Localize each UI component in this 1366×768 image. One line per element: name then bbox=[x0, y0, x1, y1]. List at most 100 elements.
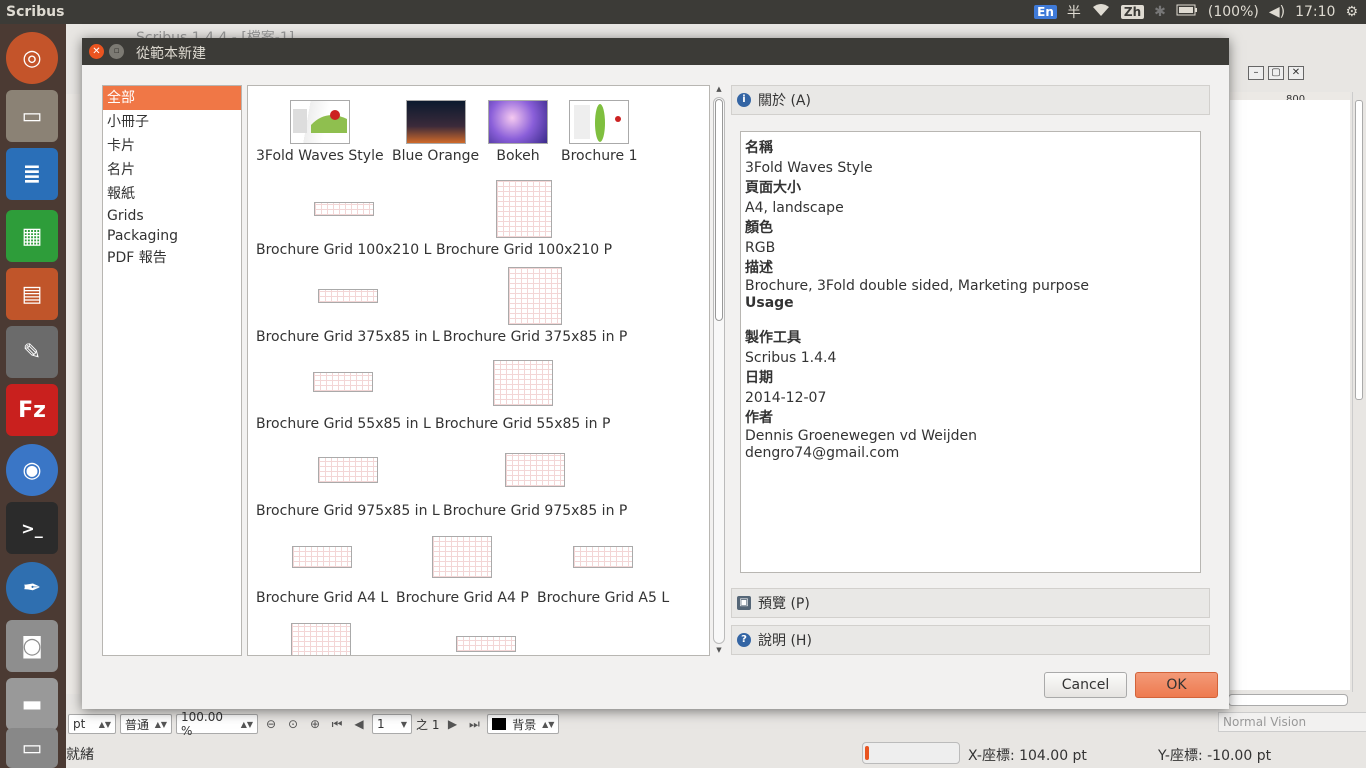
canvas[interactable] bbox=[1230, 100, 1350, 690]
camera-icon[interactable]: ◙ bbox=[6, 620, 58, 672]
template-thumbnail bbox=[492, 360, 553, 406]
category-packaging[interactable]: Packaging bbox=[103, 226, 241, 246]
volume-icon[interactable]: ◀) bbox=[1269, 4, 1285, 20]
category-cards[interactable]: 卡片 bbox=[103, 134, 241, 158]
page-count: 之 1 bbox=[416, 717, 440, 732]
template-item[interactable] bbox=[456, 636, 516, 652]
template-name: Brochure 1 bbox=[561, 148, 638, 164]
scribus-icon[interactable]: ✒ bbox=[6, 562, 58, 614]
input-method-indicator[interactable]: En bbox=[1034, 5, 1057, 19]
template-item[interactable] bbox=[291, 623, 351, 655]
template-list-scrollbar[interactable]: ▲ ▼ bbox=[712, 85, 726, 656]
page-number-select[interactable]: 1 ▼ bbox=[372, 714, 412, 734]
category-pdf-report[interactable]: PDF 報告 bbox=[103, 246, 241, 270]
close-icon[interactable]: ✕ bbox=[1288, 66, 1304, 80]
scroll-thumb[interactable] bbox=[1355, 100, 1363, 400]
vertical-scrollbar[interactable] bbox=[1352, 92, 1364, 692]
system-tray: En 半 Zh ✱ (100%) ◀) 17:10 ⚙ bbox=[1034, 0, 1366, 24]
template-name: Brochure Grid 100x210 L bbox=[256, 242, 432, 258]
template-item[interactable]: Brochure Grid A4 P bbox=[396, 528, 529, 606]
battery-percent: (100%) bbox=[1207, 4, 1259, 20]
template-item[interactable]: Brochure Grid 100x210 L bbox=[256, 180, 431, 258]
image-icon: ▣ bbox=[737, 596, 751, 610]
bluetooth-icon[interactable]: ✱ bbox=[1154, 4, 1166, 20]
zoom-out-icon[interactable]: ⊖ bbox=[262, 715, 280, 733]
zoom-in-icon[interactable]: ⊕ bbox=[306, 715, 324, 733]
wifi-icon[interactable] bbox=[1091, 3, 1111, 21]
template-item[interactable]: Blue Orange bbox=[392, 100, 479, 164]
template-item[interactable]: 3Fold Waves Style bbox=[256, 100, 384, 164]
template-item[interactable]: Brochure Grid A4 L bbox=[256, 528, 388, 606]
template-thumbnail bbox=[289, 100, 350, 144]
close-icon[interactable]: ✕ bbox=[89, 44, 104, 59]
zoom-reset-icon[interactable]: ⊙ bbox=[284, 715, 302, 733]
template-item[interactable]: Brochure Grid 55x85 in L bbox=[256, 354, 431, 432]
half-width-indicator[interactable]: 半 bbox=[1067, 2, 1081, 22]
thumb-wrap bbox=[396, 528, 529, 586]
files-icon[interactable]: ▭ bbox=[6, 90, 58, 142]
template-item[interactable]: Brochure Grid 100x210 P bbox=[436, 180, 612, 258]
next-page-icon[interactable]: ▶ bbox=[443, 715, 461, 733]
launcher: ◎ ▭ ≣ ▦ ▤ ✎ Fz ◉ >_ ✒ ◙ ▬ ▭ bbox=[0, 24, 66, 768]
terminal-icon[interactable]: >_ bbox=[6, 502, 58, 554]
minimize-icon[interactable]: ▫ bbox=[109, 44, 124, 59]
drive-icon[interactable]: ▬ bbox=[6, 678, 58, 730]
template-item[interactable]: Brochure Grid 975x85 in P bbox=[443, 441, 627, 519]
category-grids[interactable]: Grids bbox=[103, 206, 241, 226]
scroll-track[interactable] bbox=[713, 97, 725, 644]
template-name: Brochure Grid A4 L bbox=[256, 590, 389, 606]
keyboard-indicator[interactable]: Zh bbox=[1120, 5, 1145, 19]
template-thumbnail bbox=[569, 100, 630, 144]
layer-select[interactable]: 背景 ▲▼ bbox=[487, 714, 560, 734]
template-item[interactable]: Brochure Grid 55x85 in P bbox=[435, 354, 610, 432]
template-item[interactable]: Brochure Grid 375x85 in P bbox=[443, 267, 627, 345]
previous-page-icon[interactable]: ◀ bbox=[350, 715, 368, 733]
page-number-value: 1 bbox=[377, 717, 385, 731]
ubuntu-dash-icon[interactable]: ◎ bbox=[6, 32, 58, 84]
preview-section-header[interactable]: ▣ 預覽 (P) bbox=[731, 588, 1210, 618]
template-name: Brochure Grid 55x85 in L bbox=[256, 416, 431, 432]
template-item[interactable]: Brochure Grid 375x85 in L bbox=[256, 267, 440, 345]
writer-icon[interactable]: ≣ bbox=[6, 148, 58, 200]
category-all[interactable]: 全部 bbox=[103, 86, 241, 110]
trash-icon[interactable]: ▭ bbox=[6, 728, 58, 768]
template-item[interactable]: Brochure Grid 975x85 in L bbox=[256, 441, 440, 519]
restore-icon[interactable]: ▢ bbox=[1268, 66, 1284, 80]
help-section-header[interactable]: ? 說明 (H) bbox=[731, 625, 1210, 655]
battery-icon[interactable] bbox=[1176, 4, 1198, 20]
cancel-button[interactable]: Cancel bbox=[1044, 672, 1127, 698]
clock[interactable]: 17:10 bbox=[1295, 4, 1335, 20]
template-info: 名稱 3Fold Waves Style 頁面大小 A4, landscape … bbox=[740, 131, 1201, 573]
scroll-down-icon[interactable]: ▼ bbox=[714, 646, 724, 656]
category-business-cards[interactable]: 名片 bbox=[103, 158, 241, 182]
chromium-icon[interactable]: ◉ bbox=[6, 444, 58, 496]
category-newspaper[interactable]: 報紙 bbox=[103, 182, 241, 206]
first-page-icon[interactable]: ⏮ bbox=[328, 715, 346, 733]
vision-select[interactable]: Normal Vision bbox=[1218, 712, 1366, 732]
template-name: Brochure Grid 100x210 P bbox=[436, 242, 613, 258]
filezilla-icon[interactable]: Fz bbox=[6, 384, 58, 436]
template-item[interactable]: Brochure Grid A5 L bbox=[537, 528, 669, 606]
template-thumbnail bbox=[496, 180, 553, 238]
author-email: dengro74@gmail.com bbox=[745, 445, 900, 461]
calc-icon[interactable]: ▦ bbox=[6, 210, 58, 262]
category-brochure[interactable]: 小冊子 bbox=[103, 110, 241, 134]
gear-icon[interactable]: ⚙ bbox=[1345, 4, 1358, 20]
unit-select[interactable]: pt ▲▼ bbox=[68, 714, 116, 734]
last-page-icon[interactable]: ⏭ bbox=[465, 715, 483, 733]
minimize-icon[interactable]: – bbox=[1248, 66, 1264, 80]
thumb-wrap bbox=[435, 354, 610, 412]
ok-button[interactable]: OK bbox=[1135, 672, 1218, 698]
impress-icon[interactable]: ▤ bbox=[6, 268, 58, 320]
about-section-header[interactable]: i 關於 (A) bbox=[731, 85, 1210, 115]
preview-mode-select[interactable]: 普通 ▲▼ bbox=[120, 714, 172, 734]
template-item[interactable]: Brochure 1 bbox=[561, 100, 637, 164]
scroll-up-icon[interactable]: ▲ bbox=[714, 85, 724, 95]
template-item[interactable]: Bokeh bbox=[488, 100, 548, 164]
zoom-input[interactable]: 100.00 % ▲▼ bbox=[176, 710, 258, 738]
scroll-thumb[interactable] bbox=[715, 99, 723, 321]
template-thumbnail bbox=[488, 100, 548, 144]
thumb-wrap bbox=[256, 267, 440, 325]
horizontal-scrollbar[interactable] bbox=[1228, 694, 1348, 706]
settings-icon[interactable]: ✎ bbox=[6, 326, 58, 378]
